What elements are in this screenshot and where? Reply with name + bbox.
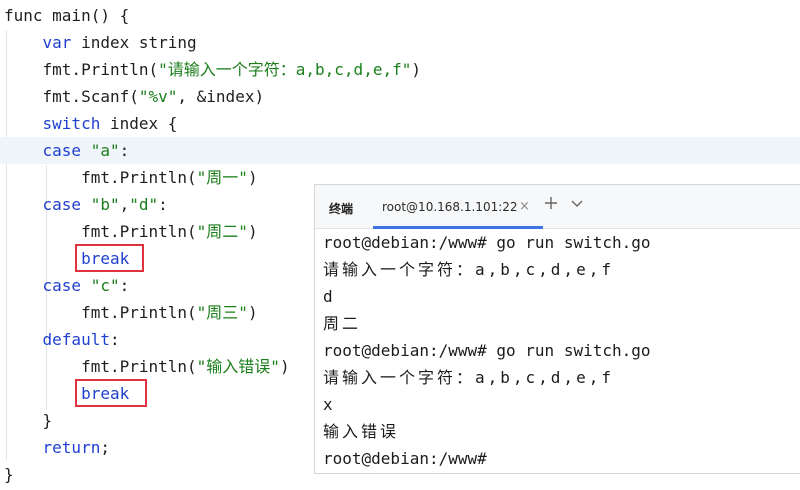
code-text: fmt.Println("周二")	[4, 218, 258, 245]
break-highlight-box	[75, 244, 144, 272]
code-token: :	[158, 195, 168, 214]
keyword-token: var	[42, 33, 72, 52]
code-text: }	[4, 461, 14, 488]
code-text: func main() {	[4, 2, 129, 29]
string-token: "周二"	[196, 222, 248, 241]
code-token: :	[119, 141, 130, 160]
keyword-token: default	[42, 330, 110, 349]
code-token: fmt.Println(	[4, 357, 197, 376]
code-text: var index string	[4, 29, 197, 56]
terminal-line: root@debian:/www# go run switch.go	[323, 341, 651, 360]
code-token: index string	[71, 33, 197, 52]
string-token: "a"	[90, 141, 120, 160]
code-line[interactable]: fmt.Scanf("%v", &index)	[0, 83, 800, 110]
code-token: }	[4, 411, 53, 430]
code-line[interactable]: func main() {	[0, 2, 800, 29]
code-token: )	[279, 357, 290, 376]
string-token: "周三"	[196, 303, 248, 322]
code-text: case "a":	[4, 137, 130, 164]
code-token: )	[247, 303, 258, 322]
keyword-token: return	[42, 438, 101, 457]
code-line[interactable]: case "a":	[0, 137, 800, 164]
terminal-line: 输入错误	[323, 422, 400, 441]
code-token: :	[109, 330, 120, 349]
keyword-token: case	[42, 141, 82, 160]
code-token: fmt.Println(	[4, 222, 197, 241]
terminal-line: root@debian:/www# go run switch.go	[323, 233, 651, 252]
code-text: case "c":	[4, 272, 130, 299]
string-token: "c"	[90, 276, 120, 295]
terminal-title: 终端	[329, 202, 354, 216]
code-token: fmt.Scanf(	[4, 87, 139, 106]
code-text: case "b","d":	[4, 191, 168, 218]
code-line[interactable]: switch index {	[0, 110, 800, 137]
code-token: ;	[100, 438, 110, 457]
close-icon[interactable]: ×	[519, 199, 530, 214]
code-token: fmt.Println(	[4, 303, 197, 322]
code-token: fmt.Println(	[4, 60, 159, 79]
code-token: )	[411, 60, 421, 79]
string-token: "周一"	[196, 168, 248, 187]
code-token: fmt.Println(	[4, 168, 197, 187]
terminal-tab-label: root@10.168.1.101:22	[382, 200, 518, 214]
terminal-line: 请输入一个字符：a,b,c,d,e,f	[323, 260, 614, 279]
code-token: )	[247, 168, 258, 187]
code-token: func main() {	[4, 6, 130, 25]
code-line[interactable]: var index string	[0, 29, 800, 56]
code-text: switch index {	[4, 110, 178, 137]
chevron-down-icon[interactable]	[571, 197, 583, 211]
terminal-panel[interactable]: 终端 root@10.168.1.101:22 × root@debian:/w…	[314, 184, 800, 474]
code-text: fmt.Println("周一")	[4, 164, 258, 191]
code-text: fmt.Println("请输入一个字符：a,b,c,d,e,f")	[4, 56, 421, 83]
code-token: ,	[119, 195, 130, 214]
string-token: "请输入一个字符：a,b,c,d,e,f"	[158, 60, 412, 79]
keyword-token: case	[42, 195, 82, 214]
code-text: return;	[4, 434, 110, 461]
terminal-line: 请输入一个字符：a,b,c,d,e,f	[323, 368, 614, 387]
code-token: )	[247, 222, 258, 241]
keyword-token: switch	[42, 114, 101, 133]
terminal-tab[interactable]: root@10.168.1.101:22 ×	[373, 191, 543, 229]
terminal-header: 终端 root@10.168.1.101:22 ×	[315, 185, 800, 229]
string-token: "输入错误"	[196, 357, 280, 376]
string-token: "b"	[90, 195, 120, 214]
code-token: :	[119, 276, 130, 295]
string-token: "d"	[129, 195, 159, 214]
terminal-line: d	[323, 287, 333, 306]
code-text: fmt.Println("输入错误")	[4, 353, 290, 380]
code-text: }	[4, 407, 53, 434]
code-text: fmt.Scanf("%v", &index)	[4, 83, 265, 110]
code-token: }	[4, 465, 14, 484]
code-line[interactable]: fmt.Println("请输入一个字符：a,b,c,d,e,f")	[0, 56, 800, 83]
code-token: index {	[100, 114, 178, 133]
code-text: default:	[4, 326, 120, 353]
keyword-token: case	[42, 276, 82, 295]
break-highlight-box	[75, 379, 147, 407]
terminal-line: 周二	[323, 314, 362, 333]
string-token: "%v"	[138, 87, 178, 106]
code-text: fmt.Println("周三")	[4, 299, 258, 326]
terminal-line: root@debian:/www#	[323, 449, 487, 468]
plus-icon[interactable]	[544, 194, 558, 215]
code-token: , &index)	[177, 87, 265, 106]
terminal-line: x	[323, 395, 333, 414]
